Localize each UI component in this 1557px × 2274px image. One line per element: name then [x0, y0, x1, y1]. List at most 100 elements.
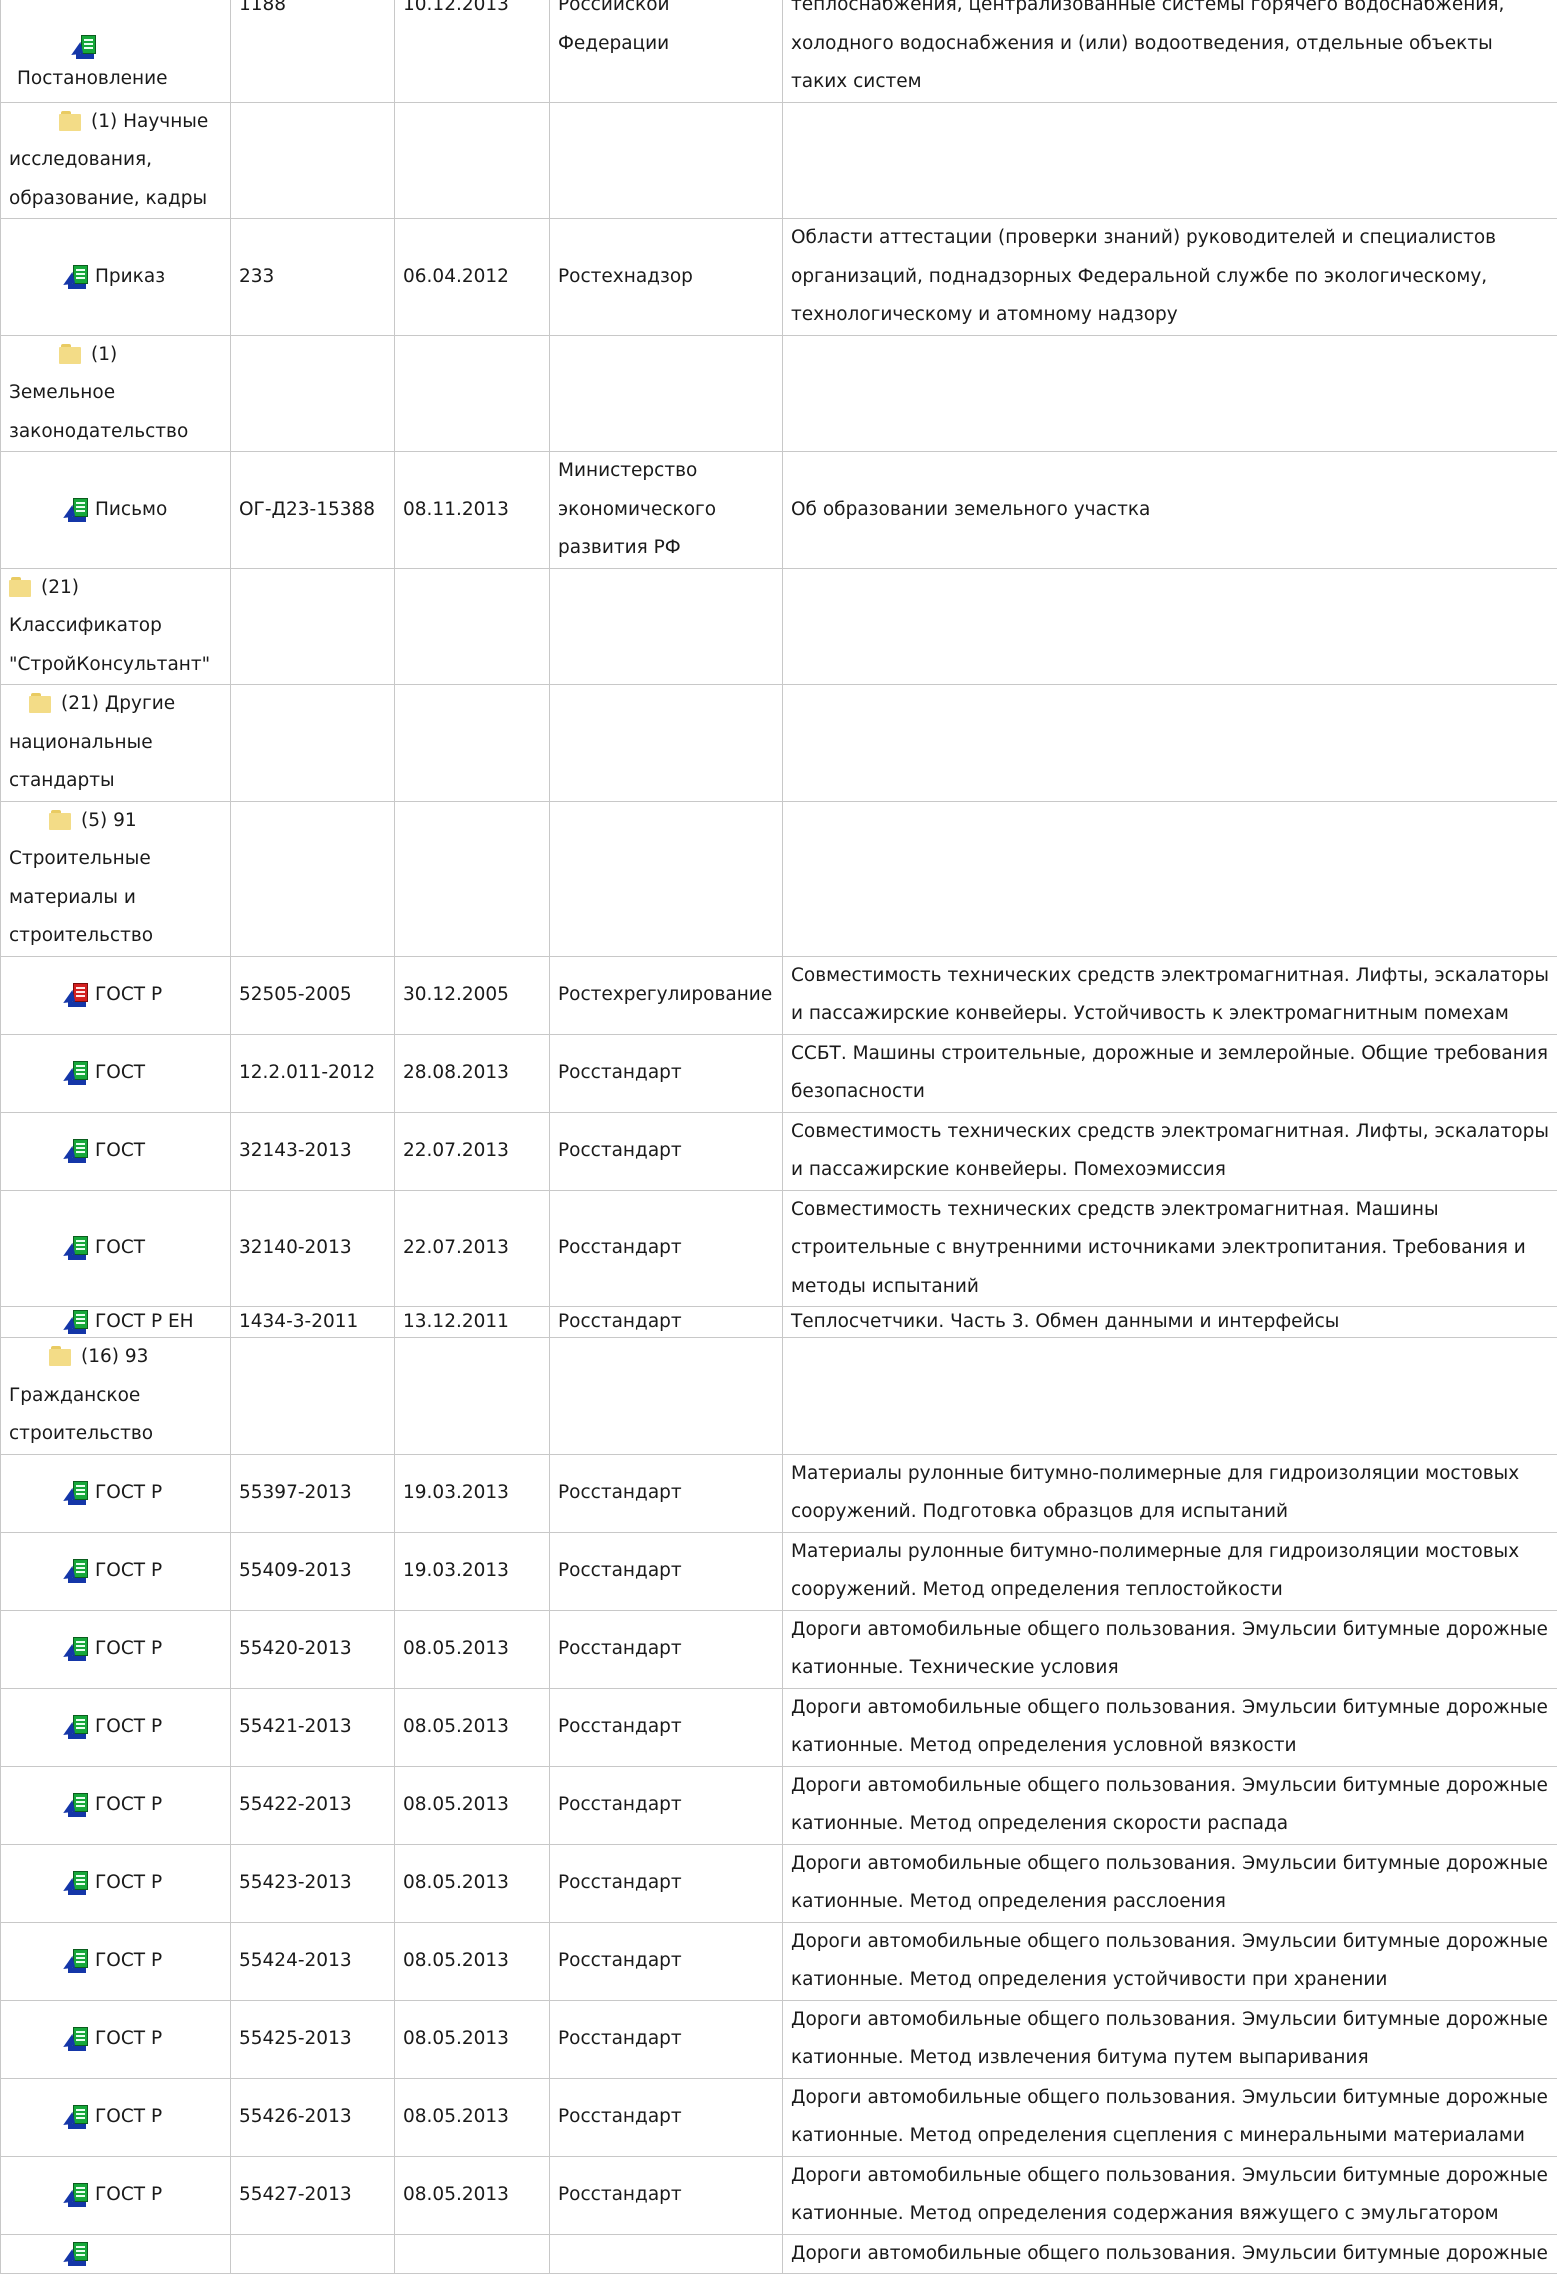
- document-row[interactable]: ГОСТ Р 52505-2005 30.12.2005 Ростехрегул…: [1, 956, 1557, 1034]
- document-row[interactable]: Постановление 1188 10.12.2013 Российской…: [1, 0, 1557, 102]
- document-link-icon[interactable]: [67, 1060, 93, 1086]
- document-link-icon[interactable]: [67, 1792, 93, 1818]
- doc-type-link[interactable]: ГОСТ: [95, 1237, 145, 1258]
- doc-type-link[interactable]: ГОСТ Р: [95, 1482, 162, 1503]
- category-cell[interactable]: (21) Классификатор "СтройКонсультант": [1, 568, 231, 685]
- document-row[interactable]: ГОСТ 32140-2013 22.07.2013 Росстандарт С…: [1, 1190, 1557, 1307]
- document-row[interactable]: ГОСТ Р 55426-2013 08.05.2013 Росстандарт…: [1, 2078, 1557, 2156]
- folder-icon[interactable]: [9, 577, 33, 597]
- doc-type-cell[interactable]: ГОСТ Р: [1, 1922, 231, 2000]
- doc-type-link[interactable]: ГОСТ: [95, 1140, 145, 1161]
- doc-type-link[interactable]: ГОСТ Р: [95, 1716, 162, 1737]
- doc-type-cell[interactable]: ГОСТ Р: [1, 1688, 231, 1766]
- category-label[interactable]: (1) Научные исследования, образование, к…: [9, 111, 208, 209]
- category-row[interactable]: (1) Земельное законодательство: [1, 335, 1557, 452]
- doc-type-cell[interactable]: ГОСТ Р: [1, 2078, 231, 2156]
- doc-type-cell[interactable]: [1, 2234, 231, 2274]
- document-link-icon[interactable]: [67, 1714, 93, 1740]
- doc-type-link[interactable]: ГОСТ Р: [95, 1950, 162, 1971]
- document-row[interactable]: ГОСТ Р ЕН 1434-3-2011 13.12.2011 Росстан…: [1, 1307, 1557, 1338]
- document-row[interactable]: ГОСТ Р 55420-2013 08.05.2013 Росстандарт…: [1, 1610, 1557, 1688]
- folder-icon[interactable]: [29, 693, 53, 713]
- document-row[interactable]: ГОСТ Р 55422-2013 08.05.2013 Росстандарт…: [1, 1766, 1557, 1844]
- doc-type-cell[interactable]: ГОСТ Р: [1, 1610, 231, 1688]
- document-link-icon[interactable]: [67, 1558, 93, 1584]
- document-row[interactable]: ГОСТ Р 55421-2013 08.05.2013 Росстандарт…: [1, 1688, 1557, 1766]
- doc-type-link[interactable]: ГОСТ Р: [95, 2028, 162, 2049]
- document-row[interactable]: Дороги автомобильные общего пользования.…: [1, 2234, 1557, 2274]
- doc-type-cell[interactable]: ГОСТ Р: [1, 956, 231, 1034]
- doc-type-cell[interactable]: ГОСТ: [1, 1190, 231, 1307]
- folder-icon[interactable]: [49, 1346, 73, 1366]
- category-cell[interactable]: (21) Другие национальные стандарты: [1, 685, 231, 802]
- document-row[interactable]: ГОСТ Р 55425-2013 08.05.2013 Росстандарт…: [1, 2000, 1557, 2078]
- doc-type-link[interactable]: ГОСТ Р: [95, 2184, 162, 2205]
- document-row[interactable]: Приказ 233 06.04.2012 Ростехнадзор Облас…: [1, 219, 1557, 336]
- doc-type-cell[interactable]: ГОСТ Р: [1, 1844, 231, 1922]
- category-cell[interactable]: (1) Земельное законодательство: [1, 335, 231, 452]
- folder-icon[interactable]: [59, 344, 83, 364]
- document-link-icon[interactable]: [67, 497, 93, 523]
- document-link-icon[interactable]: [67, 1636, 93, 1662]
- category-label[interactable]: (21) Классификатор "СтройКонсультант": [9, 577, 210, 675]
- document-row[interactable]: ГОСТ 32143-2013 22.07.2013 Росстандарт С…: [1, 1112, 1557, 1190]
- doc-type-link[interactable]: ГОСТ Р: [95, 1638, 162, 1659]
- category-label[interactable]: (16) 93 Гражданское строительство: [9, 1346, 153, 1444]
- document-link-icon[interactable]: [67, 1138, 93, 1164]
- doc-type-cell[interactable]: Постановление: [1, 0, 231, 102]
- document-row[interactable]: Письмо ОГ-Д23-15388 08.11.2013 Министерс…: [1, 452, 1557, 569]
- document-link-icon[interactable]: [67, 2182, 93, 2208]
- category-row[interactable]: (5) 91 Строительные материалы и строител…: [1, 801, 1557, 956]
- document-link-icon[interactable]: [67, 1870, 93, 1896]
- doc-type-cell[interactable]: ГОСТ: [1, 1112, 231, 1190]
- document-link-icon[interactable]: [67, 2026, 93, 2052]
- document-link-icon[interactable]: [67, 1480, 93, 1506]
- document-row[interactable]: ГОСТ Р 55424-2013 08.05.2013 Росстандарт…: [1, 1922, 1557, 2000]
- doc-type-cell[interactable]: ГОСТ Р: [1, 1766, 231, 1844]
- document-row[interactable]: ГОСТ Р 55427-2013 08.05.2013 Росстандарт…: [1, 2156, 1557, 2234]
- category-row[interactable]: (21) Другие национальные стандарты: [1, 685, 1557, 802]
- category-row[interactable]: (1) Научные исследования, образование, к…: [1, 102, 1557, 219]
- document-link-icon[interactable]: [67, 1309, 93, 1335]
- document-link-icon[interactable]: [67, 2104, 93, 2130]
- doc-type-cell[interactable]: Письмо: [1, 452, 231, 569]
- doc-type-link[interactable]: Письмо: [95, 499, 167, 520]
- doc-type-link[interactable]: ГОСТ Р: [95, 984, 162, 1005]
- folder-icon[interactable]: [49, 810, 73, 830]
- document-link-icon[interactable]: [67, 1235, 93, 1261]
- doc-type-cell[interactable]: ГОСТ: [1, 1034, 231, 1112]
- document-row[interactable]: ГОСТ Р 55409-2013 19.03.2013 Росстандарт…: [1, 1532, 1557, 1610]
- doc-type-cell[interactable]: ГОСТ Р: [1, 1532, 231, 1610]
- category-row[interactable]: (21) Классификатор "СтройКонсультант": [1, 568, 1557, 685]
- document-link-icon[interactable]: [75, 34, 101, 60]
- doc-type-link[interactable]: ГОСТ Р: [95, 1560, 162, 1581]
- doc-type-link[interactable]: Постановление: [9, 64, 222, 94]
- doc-type-cell[interactable]: ГОСТ Р: [1, 2156, 231, 2234]
- doc-type-cell[interactable]: ГОСТ Р ЕН: [1, 1307, 231, 1338]
- doc-type-cell[interactable]: ГОСТ Р: [1, 1454, 231, 1532]
- document-row[interactable]: ГОСТ Р 55423-2013 08.05.2013 Росстандарт…: [1, 1844, 1557, 1922]
- doc-type-link[interactable]: ГОСТ Р ЕН: [95, 1311, 194, 1332]
- doc-type-link[interactable]: ГОСТ: [95, 1062, 145, 1083]
- category-cell[interactable]: (5) 91 Строительные материалы и строител…: [1, 801, 231, 956]
- category-label[interactable]: (1) Земельное законодательство: [9, 344, 188, 442]
- category-cell[interactable]: (16) 93 Гражданское строительство: [1, 1338, 231, 1455]
- doc-number: 55423-2013: [231, 1844, 395, 1922]
- document-link-icon[interactable]: [67, 1948, 93, 1974]
- doc-type-link[interactable]: ГОСТ Р: [95, 2106, 162, 2127]
- doc-type-link[interactable]: ГОСТ Р: [95, 1794, 162, 1815]
- document-link-icon[interactable]: [67, 2241, 93, 2267]
- document-row[interactable]: ГОСТ 12.2.011-2012 28.08.2013 Росстандар…: [1, 1034, 1557, 1112]
- document-link-icon[interactable]: [67, 982, 93, 1008]
- category-row[interactable]: (16) 93 Гражданское строительство: [1, 1338, 1557, 1455]
- folder-icon[interactable]: [59, 111, 83, 131]
- category-cell[interactable]: (1) Научные исследования, образование, к…: [1, 102, 231, 219]
- document-row[interactable]: ГОСТ Р 55397-2013 19.03.2013 Росстандарт…: [1, 1454, 1557, 1532]
- doc-type-cell[interactable]: Приказ: [1, 219, 231, 336]
- category-label[interactable]: (5) 91 Строительные материалы и строител…: [9, 810, 153, 947]
- doc-type-link[interactable]: Приказ: [95, 266, 165, 287]
- doc-type-link[interactable]: ГОСТ Р: [95, 1872, 162, 1893]
- doc-number: ОГ-Д23-15388: [231, 452, 395, 569]
- document-link-icon[interactable]: [67, 264, 93, 290]
- doc-type-cell[interactable]: ГОСТ Р: [1, 2000, 231, 2078]
